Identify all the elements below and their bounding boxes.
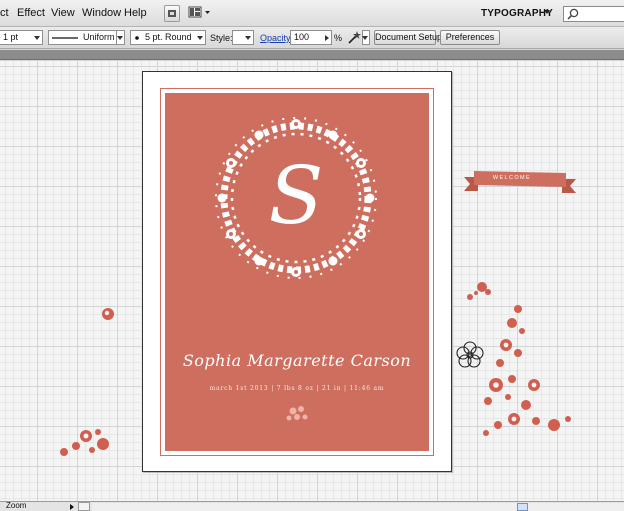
canvas[interactable]: S Sophia Margarette Carson march 1st 201… bbox=[0, 61, 624, 501]
menu-view[interactable]: View bbox=[51, 7, 75, 19]
document-tab-strip bbox=[0, 50, 624, 60]
status-bar: Zoom bbox=[0, 501, 624, 511]
bridge-icon bbox=[168, 10, 176, 17]
chevron-right-icon[interactable] bbox=[70, 504, 74, 510]
baby-name: Sophia Margarette Carson bbox=[182, 351, 412, 370]
stroke-weight-field[interactable]: 1 pt bbox=[0, 30, 43, 45]
chevron-down-icon bbox=[245, 36, 251, 40]
birth-details: march 1st 2013 | 7 lbs 8 oz | 21 in | 11… bbox=[209, 385, 385, 392]
welcome-ribbon[interactable] bbox=[460, 167, 580, 197]
menu-window[interactable]: Window bbox=[82, 7, 121, 19]
ribbon-label: WELCOME bbox=[492, 175, 532, 181]
brush-definition-dropdown[interactable]: 5 pt. Round bbox=[130, 30, 206, 45]
preferences-button[interactable]: Preferences bbox=[440, 30, 500, 45]
variable-width-profile-dropdown[interactable]: Uniform bbox=[48, 30, 122, 45]
chevron-down-icon bbox=[197, 36, 203, 40]
menu-help[interactable]: Help bbox=[124, 7, 147, 19]
opacity-input[interactable]: 100 bbox=[290, 30, 332, 45]
card-artwork: S bbox=[215, 117, 377, 421]
zoom-label[interactable]: Zoom bbox=[6, 501, 26, 510]
percent-label: % bbox=[334, 33, 343, 43]
recolor-menu-button[interactable] bbox=[362, 30, 370, 45]
single-berry[interactable] bbox=[100, 306, 116, 322]
menu-effect[interactable]: Effect bbox=[17, 7, 45, 19]
chevron-down-icon[interactable] bbox=[34, 36, 40, 40]
chevron-down-icon bbox=[362, 36, 368, 40]
profile-label: Uniform bbox=[83, 32, 115, 42]
scrollbar-thumb[interactable] bbox=[517, 503, 528, 511]
chevron-right-icon[interactable] bbox=[325, 35, 329, 41]
graphic-style-picker[interactable] bbox=[232, 30, 254, 45]
small-flower-ornament bbox=[286, 406, 308, 421]
stroke-line-icon bbox=[52, 37, 78, 39]
search-input[interactable] bbox=[563, 6, 624, 22]
opacity-link[interactable]: Opacity: bbox=[260, 33, 293, 43]
chevron-down-icon[interactable] bbox=[544, 10, 550, 14]
monogram-letter: S bbox=[269, 149, 324, 242]
brush-label: 5 pt. Round bbox=[145, 32, 192, 42]
card-background[interactable]: S Sophia Margarette Carson march 1st 201… bbox=[165, 93, 429, 451]
chevron-down-icon bbox=[117, 36, 123, 40]
flower-cluster-bottom-left[interactable] bbox=[56, 426, 116, 476]
flower-cluster-right[interactable] bbox=[478, 301, 578, 441]
card-outline-frame: S Sophia Margarette Carson march 1st 201… bbox=[160, 88, 434, 456]
search-icon bbox=[567, 8, 579, 20]
menu-bar: ct Effect View Window Help TYPOGRAPHY bbox=[0, 0, 624, 27]
recolor-artwork-button[interactable] bbox=[346, 30, 362, 45]
horizontal-scrollbar[interactable] bbox=[92, 503, 624, 511]
style-label: Style: bbox=[210, 33, 233, 43]
status-scroll-left-button[interactable] bbox=[78, 502, 90, 511]
stroke-weight-value: 1 pt bbox=[3, 32, 19, 42]
arrange-documents-button[interactable] bbox=[188, 5, 212, 22]
document-setup-button[interactable]: Document Setup bbox=[374, 30, 442, 45]
arrange-documents-icon bbox=[188, 6, 210, 18]
bridge-button[interactable] bbox=[164, 5, 180, 22]
workspace-switcher[interactable]: TYPOGRAPHY bbox=[481, 8, 553, 19]
brush-dot-icon bbox=[135, 36, 139, 40]
opacity-value: 100 bbox=[294, 32, 310, 42]
artboard[interactable]: S Sophia Margarette Carson march 1st 201… bbox=[142, 71, 452, 472]
control-bar: 1 pt Uniform 5 pt. Round Style: Opacity:… bbox=[0, 27, 624, 49]
profile-dropdown-button[interactable] bbox=[116, 30, 125, 45]
menu-object[interactable]: ct bbox=[0, 7, 9, 19]
magic-wand-icon bbox=[348, 31, 361, 44]
